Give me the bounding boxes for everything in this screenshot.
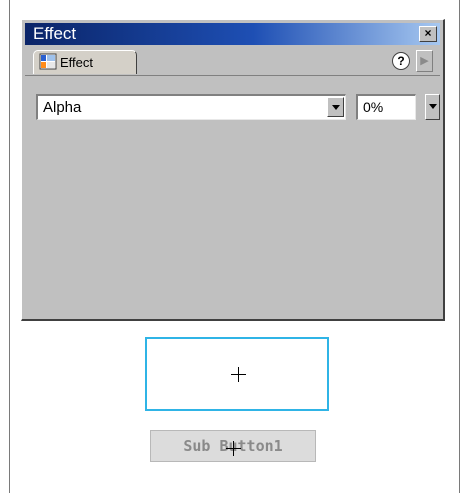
close-button[interactable]: × — [419, 26, 437, 42]
help-button[interactable]: ? — [392, 52, 410, 70]
stage-border-right — [459, 0, 460, 493]
amount-dropdown-arrow-icon[interactable] — [425, 94, 440, 120]
effect-amount-value: 0% — [363, 99, 384, 115]
effect-panel: Effect × Effect ? ▶ Alpha 0% — [21, 19, 445, 321]
effect-type-dropdown[interactable]: Alpha — [36, 94, 346, 120]
stage-border-left — [9, 0, 10, 493]
effect-type-value: Alpha — [43, 99, 82, 116]
tab-effect[interactable]: Effect — [33, 50, 137, 74]
effect-amount-field[interactable]: 0% — [356, 94, 416, 120]
help-icon: ? — [397, 54, 405, 68]
effect-panel-icon — [39, 53, 57, 70]
registration-crosshair-icon — [226, 441, 241, 456]
chevron-right-icon: ▶ — [420, 55, 429, 67]
panel-titlebar[interactable]: Effect × — [25, 23, 440, 45]
tab-effect-label: Effect — [60, 55, 94, 70]
tab-row: Effect ? ▶ — [25, 48, 440, 74]
close-icon: × — [424, 26, 432, 40]
panel-title: Effect — [33, 24, 77, 43]
button-hit-area[interactable] — [145, 337, 329, 411]
registration-crosshair-icon — [231, 367, 246, 382]
tab-divider — [25, 75, 440, 76]
panel-options-button[interactable]: ▶ — [416, 50, 433, 72]
chevron-down-icon[interactable] — [327, 97, 344, 117]
